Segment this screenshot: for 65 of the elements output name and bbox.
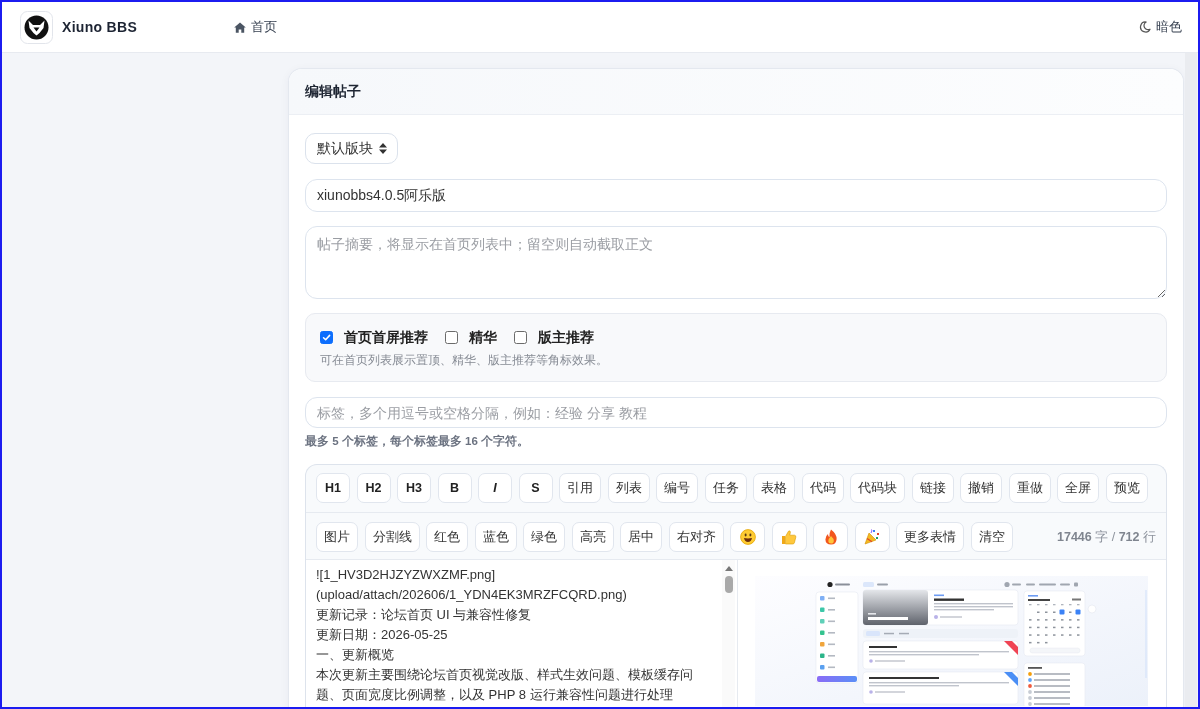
scrollbar-thumb[interactable] xyxy=(724,576,733,593)
toolbar-button[interactable]: H3 xyxy=(397,473,431,503)
toolbar-button[interactable]: 代码 xyxy=(801,473,844,503)
toolbar-button[interactable]: H2 xyxy=(356,473,391,503)
toolbar-button[interactable]: 更多表情 xyxy=(896,522,964,552)
home-nav-link[interactable]: 首页 xyxy=(234,18,277,36)
site-name: Xiuno BBS xyxy=(62,19,138,35)
toolbar-button[interactable]: 代码块 xyxy=(850,473,905,503)
scroll-up-icon[interactable] xyxy=(724,566,733,571)
toolbar-button[interactable]: 列表 xyxy=(607,473,650,503)
flame-icon xyxy=(823,529,838,545)
editor-text-line: ![1_HV3D2HJZYZWXZMF.png] xyxy=(316,566,496,584)
toolbar-button[interactable]: 居中 xyxy=(620,522,662,552)
card-title: 编辑帖子 xyxy=(305,82,361,101)
logo-icon xyxy=(20,10,53,44)
thumbs-up-icon xyxy=(781,529,797,545)
toolbar-button[interactable]: 红色 xyxy=(426,522,468,552)
editor-text-line: 更新日期：2026-05-25 xyxy=(316,626,448,644)
checkbox[interactable] xyxy=(514,330,527,344)
editor-text-line: 本次更新主要围绕论坛首页视觉改版、样式生效问题、模板缓存问 xyxy=(316,666,693,684)
toolbar-button[interactable]: H1 xyxy=(316,473,350,503)
toolbar-button[interactable]: 清空 xyxy=(970,522,1013,552)
summary-textarea[interactable]: 帖子摘要，将显示在首页列表中；留空则自动截取正文 xyxy=(305,226,1167,299)
word-count: 17446 字 / 712 行 xyxy=(1057,528,1156,546)
emoji-button[interactable] xyxy=(730,522,765,552)
emoji-button[interactable] xyxy=(813,522,848,552)
toolbar-button[interactable]: 图片 xyxy=(316,522,358,552)
toolbar-button[interactable]: 分割线 xyxy=(364,522,420,552)
toolbar-button[interactable]: 右对齐 xyxy=(668,522,724,552)
toolbar-button[interactable]: 撤销 xyxy=(960,473,1002,503)
toolbar-button[interactable]: I xyxy=(478,473,512,503)
tags-input[interactable]: 标签，多个用逗号或空格分隔，例如：经验 分享 教程 xyxy=(305,397,1167,428)
toolbar-button[interactable]: 链接 xyxy=(911,473,954,503)
toolbar-button[interactable]: 绿色 xyxy=(523,522,565,552)
editor-text-line: 一、更新概览 xyxy=(316,646,394,664)
editor-text-line: (upload/attach/202606/1_YDN4EK3MRZFCQRD.png) xyxy=(316,586,627,604)
toolbar-button[interactable]: 任务 xyxy=(704,473,747,503)
toolbar-button[interactable]: 表格 xyxy=(753,473,795,503)
toolbar-button[interactable]: B xyxy=(437,473,472,503)
checkbox[interactable] xyxy=(445,330,458,344)
title-input[interactable]: xiunobbs4.0.5阿乐版 xyxy=(305,179,1167,212)
toolbar-button[interactable]: 编号 xyxy=(656,473,698,503)
forum-select[interactable]: 默认版块 xyxy=(305,133,398,164)
toolbar-button[interactable]: 蓝色 xyxy=(474,522,517,552)
editor-text-line: 题、页面宽度比例调整，以及 PHP 8 运行兼容性问题进行处理 xyxy=(316,686,673,704)
checkbox-label[interactable]: 首页首屏推荐 xyxy=(344,329,428,345)
scrollbar-track[interactable] xyxy=(722,560,735,707)
toolbar-button[interactable]: 重做 xyxy=(1008,473,1051,503)
checkbox-label[interactable]: 版主推荐 xyxy=(538,329,594,345)
theme-toggle[interactable]: 暗色 xyxy=(1139,18,1182,36)
toolbar-button[interactable]: 高亮 xyxy=(571,522,614,552)
tags-hint-text: 最多 5 个标签，每个标签最多 16 个字符。 xyxy=(305,434,529,448)
grinning-face-icon xyxy=(739,529,756,545)
checkbox[interactable] xyxy=(320,330,333,344)
toolbar-button[interactable]: 预览 xyxy=(1105,473,1148,503)
moon-icon xyxy=(1139,21,1151,33)
editor-text-line: 更新记录：论坛首页 UI 与兼容性修复 xyxy=(316,606,532,624)
options-help-text: 可在首页列表展示置顶、精华、版主推荐等角标效果。 xyxy=(320,353,609,368)
home-icon xyxy=(234,21,246,33)
toolbar-button[interactable]: 全屏 xyxy=(1057,473,1099,503)
checkbox-label[interactable]: 精华 xyxy=(469,329,497,345)
party-popper-icon xyxy=(864,529,880,545)
toolbar-button[interactable]: S xyxy=(518,473,553,503)
sort-caret-icon xyxy=(379,143,387,154)
toolbar-button[interactable]: 引用 xyxy=(559,473,601,503)
